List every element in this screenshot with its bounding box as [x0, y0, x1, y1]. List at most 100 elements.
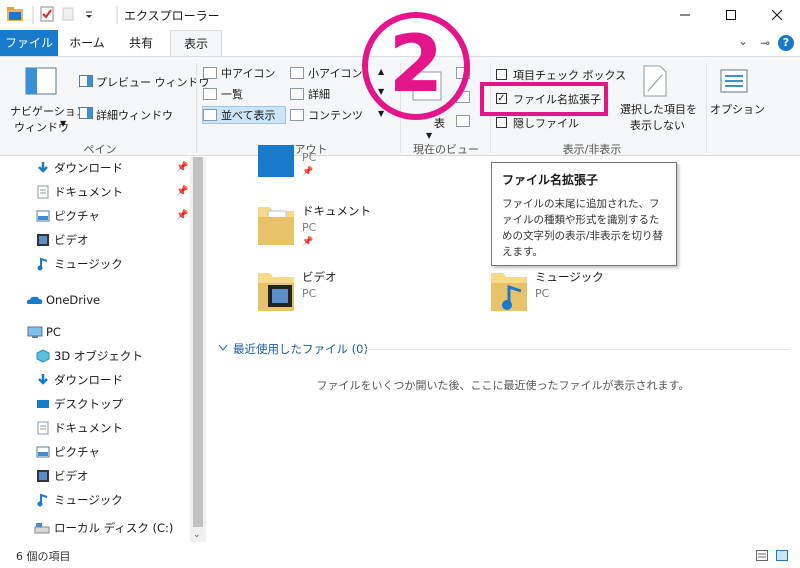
document-icon [37, 185, 49, 199]
preview-pane-button[interactable]: プレビュー ウィンドウ [96, 74, 210, 90]
nav-label: ドキュメント [54, 421, 123, 435]
music-icon [37, 257, 48, 271]
maximize-button[interactable] [708, 0, 754, 30]
nav-label: デスクトップ [54, 397, 123, 411]
pin-icon: 📌 [302, 167, 314, 177]
hidden-items-checkbox[interactable] [496, 117, 507, 128]
help-icon[interactable]: ? [778, 35, 794, 51]
pin-icon: 📌 [302, 237, 314, 247]
layout-small-icons-label: 小アイコン [308, 67, 363, 80]
minimize-icon [680, 14, 690, 16]
nav-label: 3D オブジェクト [54, 349, 143, 363]
nav-item-3d-objects[interactable]: 3D オブジェクト [0, 345, 190, 367]
properties-icon[interactable] [40, 6, 54, 22]
nav-item-quick-pictures[interactable]: ピクチャ 📌 [0, 205, 190, 227]
tile-name: ビデオ [302, 270, 337, 284]
separator [32, 6, 34, 24]
recent-files-empty-message: ファイルをいくつか開いた後、ここに最近使ったファイルが表示されます。 [316, 379, 690, 392]
nav-label: ドキュメント [54, 185, 123, 199]
preview-pane-icon [79, 75, 93, 87]
folder-tile[interactable]: ドキュメント PC 📌 [256, 201, 486, 259]
separator [116, 6, 118, 24]
scrollbar-thumb[interactable] [193, 157, 203, 527]
nav-label: ピクチャ [54, 209, 100, 223]
nav-item-quick-documents[interactable]: ドキュメント 📌 [0, 181, 190, 203]
details-view-icon[interactable] [756, 550, 768, 561]
folder-tile[interactable]: ミュージック PC [489, 267, 719, 325]
scroll-down-icon[interactable]: ⌄ [193, 530, 201, 540]
pin-icon[interactable]: 📌 [176, 205, 188, 227]
nav-item-pc-downloads[interactable]: ダウンロード [0, 369, 190, 391]
nav-item-local-disk[interactable]: ローカル ディスク (C:) [0, 517, 190, 539]
music-icon [37, 493, 48, 507]
window-title: エクスプローラー [124, 9, 220, 23]
3d-objects-icon [36, 349, 50, 363]
layout-medium-icons[interactable]: 中アイコン [203, 65, 275, 83]
sort-by-button[interactable]: 表 [434, 115, 445, 131]
options-button[interactable]: オプション [710, 101, 765, 117]
layout-small-icons[interactable]: 小アイコン [290, 65, 362, 83]
layout-content[interactable]: コンテンツ [290, 107, 363, 125]
details-pane-button[interactable]: 詳細ウィンドウ [96, 107, 173, 123]
layout-details-label: 詳細 [308, 88, 330, 101]
videos-folder-icon [258, 273, 294, 311]
pin-icon[interactable]: 📌 [176, 157, 188, 179]
item-checkboxes-label: 項目チェック ボックス [513, 69, 627, 82]
nav-item-quick-videos[interactable]: ビデオ [0, 229, 190, 251]
nav-label: ミュージック [54, 257, 123, 271]
nav-label: ミュージック [54, 493, 123, 507]
chevron-down-icon[interactable]: ⌄ [738, 34, 748, 48]
collapse-chevron-icon[interactable] [218, 344, 228, 352]
recent-files-header[interactable]: 最近使用したファイル (0) [233, 341, 368, 357]
nav-label: OneDrive [46, 293, 101, 307]
document-icon [37, 421, 49, 435]
tile-location: PC [535, 287, 550, 300]
hidden-items-label: 隠しファイル [513, 117, 579, 130]
customize-qat-icon[interactable] [84, 6, 94, 22]
pc-icon [27, 326, 43, 338]
documents-folder-icon [258, 207, 294, 245]
item-checkboxes-checkbox[interactable] [496, 69, 507, 80]
pin-ribbon-icon[interactable]: ⊸ [760, 36, 770, 50]
chevron-down-icon: ▼ [426, 131, 433, 140]
nav-label: ピクチャ [54, 445, 100, 459]
tab-file[interactable]: ファイル [0, 30, 58, 56]
folder-tile[interactable]: ビデオ PC [256, 267, 486, 325]
minimize-button[interactable] [662, 0, 708, 30]
nav-item-pc-music[interactable]: ミュージック [0, 489, 190, 511]
layout-list[interactable]: 一覧 [203, 86, 243, 104]
layout-more-icon[interactable]: ▼ [378, 109, 384, 118]
close-button[interactable] [754, 0, 800, 30]
nav-item-pc-pictures[interactable]: ピクチャ [0, 441, 190, 463]
tooltip-title: ファイル名拡張子 [502, 173, 599, 187]
nav-item-onedrive[interactable]: OneDrive [0, 289, 190, 311]
nav-label: ダウンロード [54, 161, 123, 175]
folder-icon [7, 7, 23, 21]
nav-item-pc-videos[interactable]: ビデオ [0, 465, 190, 487]
navigation-pane-button[interactable]: ナビゲーション [10, 103, 87, 119]
nav-item-pc[interactable]: PC [0, 321, 190, 343]
medium-icons-icon [203, 67, 217, 79]
file-extensions-highlight [480, 82, 608, 116]
video-icon [37, 234, 49, 246]
new-folder-icon[interactable] [62, 6, 74, 22]
nav-item-quick-music[interactable]: ミュージック [0, 253, 190, 275]
pin-icon[interactable]: 📌 [176, 181, 188, 203]
pictures-icon [36, 446, 50, 458]
tab-view[interactable]: 表示 [170, 30, 222, 57]
size-columns-icon[interactable] [456, 115, 470, 127]
folder-tile[interactable]: PC 📌 [256, 145, 486, 203]
nav-item-quick-downloads[interactable]: ダウンロード 📌 [0, 157, 190, 179]
nav-item-desktop[interactable]: デスクトップ [0, 393, 190, 415]
navigation-pane: ダウンロード 📌 ドキュメント 📌 ピクチャ 📌 ビデオ ミュージック OneD… [0, 157, 206, 542]
large-icons-view-icon[interactable] [776, 550, 788, 561]
hide-selected-button[interactable]: 選択した項目を [620, 101, 697, 117]
tab-home[interactable]: ホーム [62, 30, 112, 56]
nav-scrollbar[interactable]: ⌄ [190, 157, 206, 542]
music-folder-icon [491, 273, 527, 311]
layout-details[interactable]: 詳細 [290, 86, 330, 104]
layout-tiles[interactable]: 並べて表示 [202, 106, 286, 124]
tab-share[interactable]: 共有 [116, 30, 166, 56]
maximize-icon [726, 10, 736, 20]
nav-item-pc-documents[interactable]: ドキュメント [0, 417, 190, 439]
